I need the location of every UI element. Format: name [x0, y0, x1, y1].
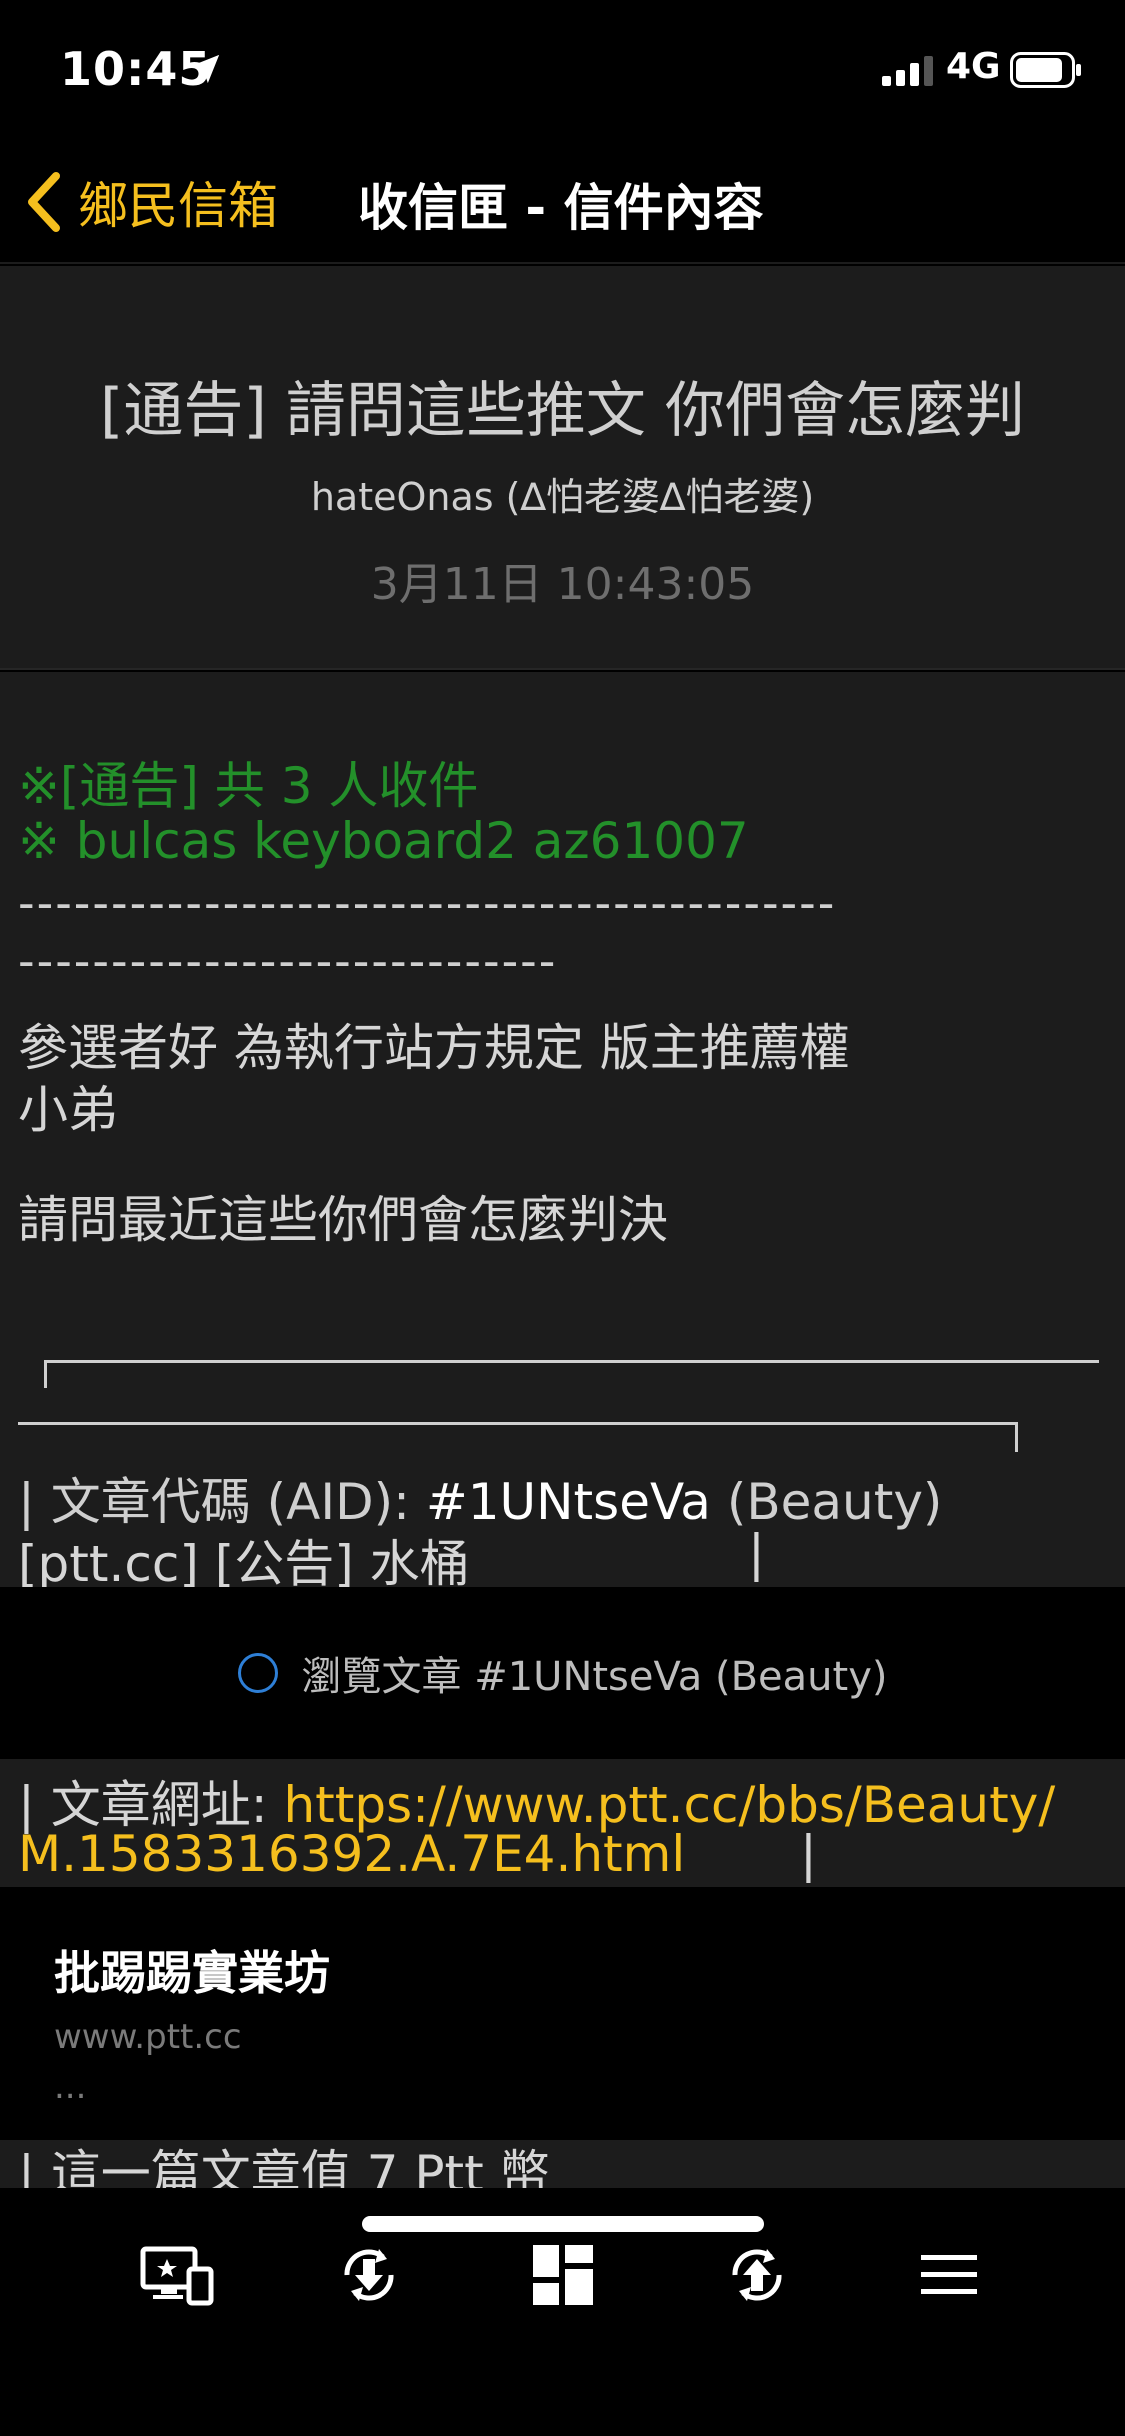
battery-icon: [1010, 52, 1081, 88]
box-corner: [44, 1360, 47, 1388]
screen-devices-button[interactable]: [132, 2230, 222, 2320]
box-corner: [1015, 1422, 1018, 1452]
refresh-up-button[interactable]: [712, 2230, 802, 2320]
box-pipe: |: [800, 1825, 817, 1883]
site-preview-card[interactable]: 批踢踢實業坊 www.ptt.cc ...: [0, 1887, 1125, 2140]
network-label: 4G: [946, 46, 1001, 87]
back-label: 鄉民信箱: [78, 177, 278, 235]
grid-icon: [533, 2245, 593, 2305]
divider-line: -----------------------------: [18, 934, 558, 988]
box-top-border: [44, 1360, 1099, 1363]
mail-date: 3月11日 10:43:05: [370, 559, 755, 610]
body-text-line: 小弟: [18, 1081, 118, 1139]
article-url-link[interactable]: M.1583316392.A.7E4.html: [18, 1825, 685, 1883]
mail-subject: [通告] 請問這些推文 你們會怎麼判: [100, 376, 1025, 446]
aid-code[interactable]: #1UNtseVa: [426, 1473, 711, 1531]
body-text-line: 參選者好 為執行站方規定 版主推薦權: [18, 1019, 850, 1077]
view-article-link[interactable]: 瀏覽文章 #1UNtseVa (Beauty): [0, 1587, 1125, 1759]
location-arrow-icon: [190, 54, 220, 84]
mail-author: hateOnas (∆怕老婆∆怕老婆): [310, 475, 815, 519]
recipient-count-line: ※[通告] 共 3 人收件: [18, 757, 479, 815]
value-line: | 這一篇文章值 7 Ptt 幣: [18, 2145, 550, 2188]
view-article-label: 瀏覽文章 #1UNtseVa (Beauty): [301, 1654, 888, 1700]
mail-header: [通告] 請問這些推文 你們會怎麼判 hateOnas (∆怕老婆∆怕老婆) 3…: [0, 266, 1125, 670]
aid-label: | 文章代碼 (AID):: [18, 1473, 426, 1531]
box-pipe: |: [748, 1524, 765, 1582]
aid-title-line: [ptt.cc] [公告] 水桶: [18, 1535, 470, 1593]
box-border: [18, 1422, 1018, 1425]
mail-body-url: | 文章網址: https://www.ptt.cc/bbs/Beauty/ M…: [0, 1759, 1125, 1887]
mail-body: ※[通告] 共 3 人收件 ※ bulcas keyboard2 az61007…: [0, 672, 1125, 1593]
screen-devices-icon: [140, 2246, 214, 2306]
refresh-down-button[interactable]: [324, 2230, 414, 2320]
divider-line: ----------------------------------------…: [18, 876, 837, 930]
grid-button[interactable]: [518, 2230, 608, 2320]
body-text-line: 請問最近這些你們會怎麼判決: [18, 1191, 668, 1249]
site-description: ...: [54, 2067, 87, 2107]
download-refresh-icon: [344, 2249, 394, 2301]
site-domain: www.ptt.cc: [54, 2017, 242, 2057]
status-bar: 10:45 4G: [0, 0, 1125, 140]
home-indicator[interactable]: [362, 2216, 764, 2232]
recipient-list-line: ※ bulcas keyboard2 az61007: [18, 812, 749, 870]
circle-icon: [237, 1653, 278, 1693]
site-title: 批踢踢實業坊: [54, 1946, 330, 2000]
chevron-left-icon: [28, 172, 60, 232]
aid-board: (Beauty): [710, 1473, 943, 1531]
cellular-signal-icon: [882, 56, 933, 86]
mail-body-footer: | 這一篇文章值 7 Ptt 幣: [0, 2140, 1125, 2188]
menu-button[interactable]: [904, 2230, 994, 2320]
upload-refresh-icon: [732, 2249, 782, 2301]
screen: 10:45 4G 鄉民信箱 收信匣 - 信件內容 [通告] 請問這些推文 你們會…: [0, 0, 1125, 2436]
back-button[interactable]: 鄉民信箱: [24, 162, 278, 242]
page-title: 收信匣 - 信件內容: [358, 179, 764, 237]
navigation-bar: 鄉民信箱 收信匣 - 信件內容: [0, 140, 1125, 264]
menu-icon: [921, 2255, 977, 2294]
